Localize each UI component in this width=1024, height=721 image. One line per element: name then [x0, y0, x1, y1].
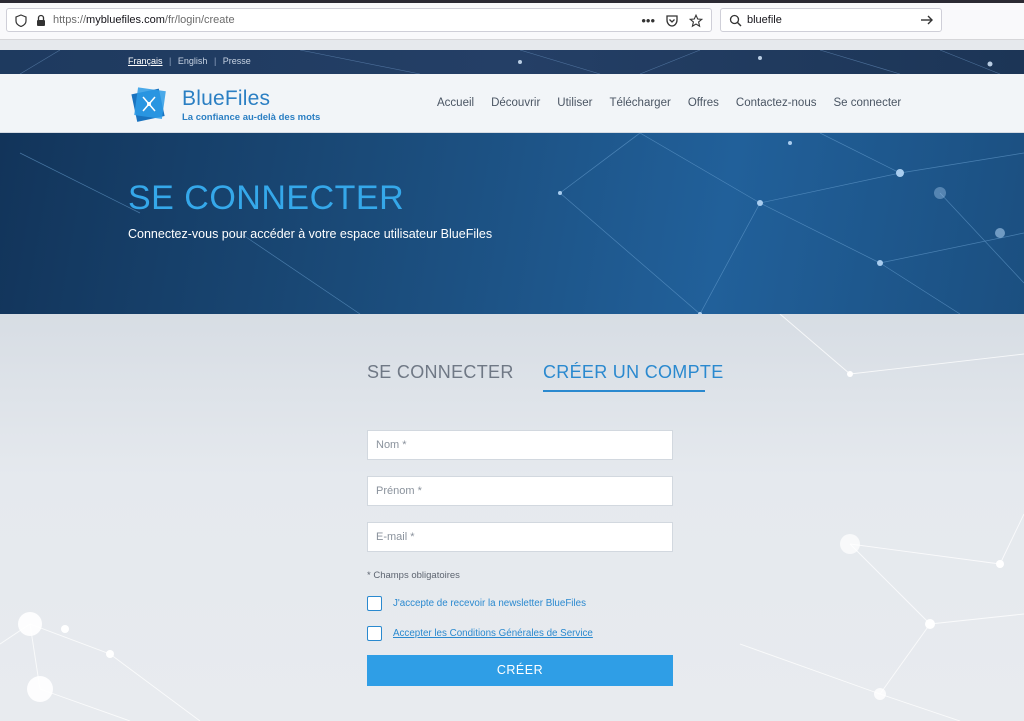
network-background	[19, 133, 1024, 314]
tab-login[interactable]: SE CONNECTER	[367, 362, 514, 383]
lang-presse[interactable]: Presse	[223, 56, 251, 66]
arrow-right-icon[interactable]	[919, 11, 935, 29]
search-icon	[729, 14, 742, 27]
brand-tagline: La confiance au-delà des mots	[182, 112, 321, 123]
nav-offres[interactable]: Offres	[688, 97, 719, 109]
url-text[interactable]: https://mybluefiles.com/fr/login/create	[53, 14, 235, 26]
nav-utiliser[interactable]: Utiliser	[557, 97, 592, 109]
terms-checkbox[interactable]	[367, 626, 382, 641]
lang-francais[interactable]: Français	[128, 56, 163, 66]
site-header: BlueFiles La confiance au-delà des mots …	[0, 74, 1024, 133]
lang-separator: |	[169, 56, 172, 66]
email-field[interactable]	[367, 522, 673, 552]
create-account-button[interactable]: CRÉER	[367, 655, 673, 686]
nav-accueil[interactable]: Accueil	[437, 97, 474, 109]
newsletter-label[interactable]: J'accepte de recevoir la newsletter Blue…	[393, 598, 586, 609]
url-actions: •••	[641, 13, 703, 29]
tab-create-account[interactable]: CRÉER UN COMPTE	[543, 362, 724, 383]
nom-field[interactable]	[367, 430, 673, 460]
url-bar[interactable]: https://mybluefiles.com/fr/login/create …	[6, 8, 712, 32]
brand-name[interactable]: BlueFiles	[182, 87, 270, 111]
main-content: SE CONNECTER CRÉER UN COMPTE * Champs ob…	[0, 314, 1024, 721]
terms-option[interactable]: Accepter les Conditions Générales de Ser…	[367, 626, 593, 641]
lang-separator: |	[213, 56, 217, 66]
newsletter-checkbox[interactable]	[367, 596, 382, 611]
nav-contactez-nous[interactable]: Contactez-nous	[736, 97, 817, 109]
prenom-field[interactable]	[367, 476, 673, 506]
page-subtitle: Connectez-vous pour accéder à votre espa…	[128, 227, 493, 241]
browser-toolbar: https://mybluefiles.com/fr/login/create …	[0, 0, 1024, 40]
terms-link[interactable]: Accepter les Conditions Générales de Ser…	[393, 628, 593, 639]
lang-english[interactable]: English	[178, 56, 208, 66]
nav-decouvrir[interactable]: Découvrir	[491, 97, 540, 109]
main-navigation: Accueil Découvrir Utiliser Télécharger O…	[437, 97, 918, 109]
email-input[interactable]	[368, 523, 672, 551]
pocket-icon[interactable]	[665, 14, 679, 28]
bookmark-star-icon[interactable]	[689, 14, 703, 28]
lock-icon[interactable]	[35, 14, 47, 27]
nav-se-connecter[interactable]: Se connecter	[833, 97, 901, 109]
nom-input[interactable]	[368, 431, 672, 459]
nav-telecharger[interactable]: Télécharger	[609, 97, 670, 109]
required-fields-note: * Champs obligatoires	[367, 570, 460, 581]
hero-banner: SE CONNECTER Connectez-vous pour accéder…	[0, 133, 1024, 314]
prenom-input[interactable]	[368, 477, 672, 505]
language-strip: Français | English | Presse	[0, 50, 1024, 74]
language-links: Français | English | Presse	[128, 56, 255, 66]
more-options-icon[interactable]: •••	[641, 13, 655, 29]
newsletter-option[interactable]: J'accepte de recevoir la newsletter Blue…	[367, 596, 586, 611]
active-tab-indicator	[543, 390, 705, 392]
page-title: SE CONNECTER	[128, 179, 405, 217]
browser-search-bar[interactable]: bluefile	[720, 8, 942, 32]
search-input-value[interactable]: bluefile	[747, 14, 782, 26]
bluefiles-logo-icon[interactable]	[130, 85, 168, 123]
shield-icon[interactable]	[15, 14, 27, 27]
